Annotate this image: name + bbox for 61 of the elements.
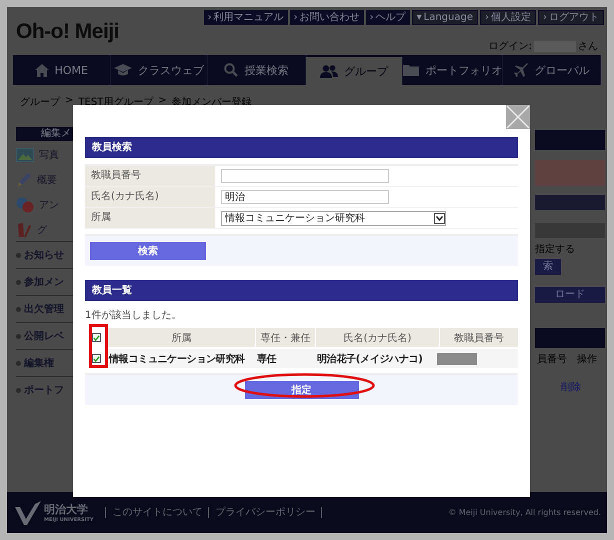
panel-button[interactable]: ロード bbox=[535, 287, 605, 303]
table-cell-text: 情報コミュニケーション研究科 bbox=[108, 352, 246, 366]
nav-tab[interactable]: グループ bbox=[306, 57, 404, 85]
input-field[interactable]: 明治 bbox=[221, 190, 389, 204]
people-icon bbox=[320, 64, 338, 78]
panel-note: 指定する bbox=[535, 242, 576, 256]
nav-tab[interactable]: HOME bbox=[13, 55, 111, 85]
column-header: 操作 bbox=[577, 353, 597, 366]
column-header: 専任・兼任 bbox=[255, 328, 315, 347]
column-header: 員番号 bbox=[537, 352, 567, 366]
chat-bubbles-icon bbox=[16, 197, 34, 213]
select-field[interactable]: 情報コミュニケーション研究科 bbox=[221, 210, 446, 226]
university-name: 明治大学 bbox=[44, 502, 89, 517]
pencil-icon bbox=[16, 172, 32, 188]
search-icon bbox=[224, 63, 238, 77]
folder-icon bbox=[403, 64, 420, 76]
home-icon bbox=[34, 64, 49, 76]
panel-bar bbox=[535, 328, 605, 348]
picture-icon bbox=[16, 148, 34, 162]
site-logo[interactable]: Oh-o! Meiji bbox=[16, 20, 119, 55]
field-label: 氏名(カナ氏名) bbox=[85, 187, 215, 207]
header-link[interactable]: ▾ Language bbox=[412, 10, 478, 25]
header-link[interactable]: › 個人設定 bbox=[480, 10, 536, 25]
field-label: 所属 bbox=[85, 208, 215, 228]
panel-bar bbox=[535, 195, 605, 210]
header-link[interactable]: › 利用マニュアル bbox=[204, 10, 288, 25]
redacted-id bbox=[437, 352, 477, 364]
airplane-icon bbox=[514, 62, 529, 78]
login-label: ログイン: bbox=[488, 40, 532, 53]
column-header: 教職員番号 bbox=[439, 328, 518, 347]
header-link[interactable]: › ヘルプ bbox=[366, 10, 410, 25]
graduation-cap-icon bbox=[114, 64, 132, 76]
sidebar-heading: 編集メ bbox=[16, 127, 74, 141]
header-link[interactable]: › お問い合わせ bbox=[290, 10, 364, 25]
panel-bar bbox=[535, 130, 605, 150]
dropdown-arrow-icon bbox=[434, 212, 445, 224]
section-header: 教員一覧 bbox=[85, 280, 518, 301]
breadcrumb-link[interactable]: グループ bbox=[20, 95, 60, 109]
input-field[interactable] bbox=[221, 169, 389, 183]
header-link[interactable]: › ログアウト bbox=[538, 10, 604, 25]
footer-link[interactable]: このサイトについて bbox=[106, 507, 210, 518]
breadcrumb-separator: > bbox=[158, 95, 167, 108]
login-suffix: さん bbox=[578, 40, 598, 53]
nav-tab[interactable]: ポートフォリオ bbox=[403, 55, 504, 85]
university-logo-icon bbox=[15, 500, 41, 524]
panel-button[interactable]: 索 bbox=[535, 259, 561, 275]
table-cell-text: 専任 bbox=[256, 352, 278, 366]
footer-link[interactable]: プライバシーポリシー bbox=[209, 507, 322, 518]
notebook-icon bbox=[16, 222, 32, 238]
field-label: 教職員番号 bbox=[85, 166, 215, 186]
column-header: 氏名(カナ氏名) bbox=[315, 328, 439, 347]
result-count: 1件が該当しました。 bbox=[85, 308, 182, 322]
nav-tab[interactable]: グローバル bbox=[503, 55, 601, 85]
copyright: © Meiji University, All rights reserved. bbox=[448, 508, 601, 517]
nav-tab[interactable]: クラスウェブ bbox=[110, 55, 208, 85]
column-header: 所属 bbox=[107, 328, 255, 347]
breadcrumb-separator: > bbox=[65, 95, 74, 108]
highlight-frame bbox=[89, 324, 108, 368]
section-header: 教員検索 bbox=[85, 137, 518, 158]
search-button[interactable]: 検索 bbox=[90, 242, 206, 260]
table-cell-text: 明治花子(メイジハナコ) bbox=[316, 352, 424, 366]
